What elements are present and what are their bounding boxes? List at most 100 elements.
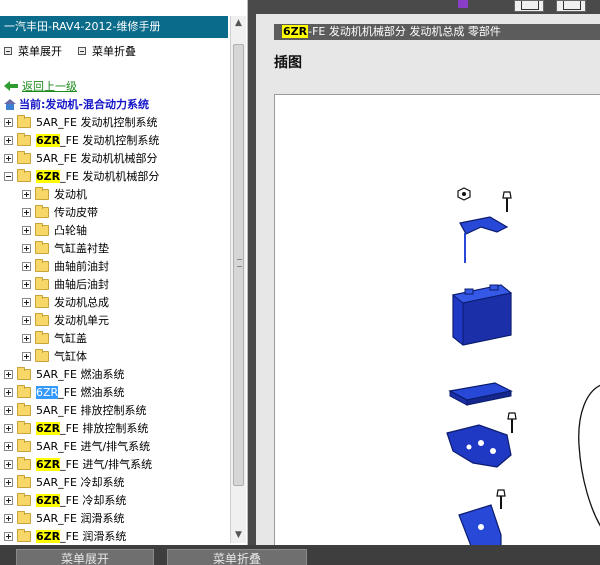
tree-node-code: 6ZR <box>36 421 61 435</box>
expand-plus-icon[interactable] <box>22 297 31 307</box>
grip-icon <box>237 259 242 267</box>
bolt-icon <box>507 412 517 433</box>
expand-menu-button[interactable]: 菜单展开 <box>4 43 62 59</box>
expand-plus-icon[interactable] <box>4 153 13 163</box>
folder-icon <box>17 474 31 488</box>
collapse-minus-icon[interactable] <box>4 171 13 181</box>
back-button[interactable]: 返回上一级 <box>4 78 77 94</box>
collapse-menu-button[interactable]: 菜单折叠 <box>78 43 136 59</box>
tree-node[interactable]: 气缸体 <box>22 348 87 364</box>
tree-node[interactable]: 6ZR _FE 进气/排气系统 <box>4 456 152 472</box>
bottom-bar: 菜单展开 菜单折叠 <box>0 545 600 565</box>
tree-node[interactable]: 发动机总成 <box>22 294 109 310</box>
expand-plus-icon[interactable] <box>22 207 31 217</box>
expand-plus-icon[interactable] <box>4 531 13 541</box>
tree-node[interactable]: 5AR _FE 燃油系统 <box>4 366 124 382</box>
tree-node-label: 发动机 <box>54 188 87 201</box>
tree-node-label: _FE 冷却系统 <box>60 494 127 507</box>
tree-node-code: 5AR <box>36 403 59 417</box>
scroll-up-icon[interactable]: ▲ <box>231 16 246 31</box>
expand-plus-icon[interactable] <box>22 279 31 289</box>
expand-icon <box>4 47 12 55</box>
folder-icon <box>17 150 31 164</box>
manual-title: 一汽丰田-RAV4-2012-维修手册 <box>0 16 228 38</box>
current-location: 当前:发动机-混合动力系统 <box>4 96 149 112</box>
tree-node-label: 气缸体 <box>54 350 87 363</box>
back-link-label[interactable]: 返回上一级 <box>22 78 77 94</box>
app-root: 一汽丰田-RAV4-2012-维修手册 菜单展开 菜单折叠 返回上一级 当前:发… <box>0 0 600 565</box>
tree-node-code: 6ZR <box>36 133 61 147</box>
tree-node[interactable]: 传动皮带 <box>22 204 98 220</box>
expand-plus-icon[interactable] <box>4 423 13 433</box>
parts-illustration <box>446 187 600 545</box>
tree-node[interactable]: 5AR _FE 发动机机械部分 <box>4 150 157 166</box>
scroll-thumb[interactable] <box>233 44 244 486</box>
tree-node-code: 6ZR <box>36 457 61 471</box>
expand-plus-icon[interactable] <box>22 243 31 253</box>
expand-plus-icon[interactable] <box>22 333 31 343</box>
tree-node[interactable]: 6ZR _FE 冷却系统 <box>4 492 126 508</box>
expand-plus-icon[interactable] <box>22 225 31 235</box>
tree-node-label: 气缸盖 <box>54 332 87 345</box>
folder-icon <box>17 168 31 182</box>
tree-node-label: _FE 发动机机械部分 <box>58 152 158 165</box>
tree-node[interactable]: 5AR _FE 润滑系统 <box>4 510 124 526</box>
tree-node[interactable]: 曲轴后油封 <box>22 276 109 292</box>
tree-node-label: _FE 润滑系统 <box>60 530 127 543</box>
tree-node-code: 5AR <box>36 367 59 381</box>
expand-plus-icon[interactable] <box>4 117 13 127</box>
tree-node-label: _FE 燃油系统 <box>58 368 125 381</box>
tree-node-label: 传动皮带 <box>54 206 98 219</box>
expand-plus-icon[interactable] <box>4 135 13 145</box>
expand-plus-icon[interactable] <box>4 369 13 379</box>
bottom-collapse-button[interactable]: 菜单折叠 <box>167 549 307 565</box>
expand-plus-icon[interactable] <box>22 315 31 325</box>
tree-node[interactable]: 5AR _FE 发动机控制系统 <box>4 114 157 130</box>
tree-node-label: 发动机单元 <box>54 314 109 327</box>
expand-plus-icon[interactable] <box>4 459 13 469</box>
tree-node[interactable]: 5AR _FE 排放控制系统 <box>4 402 146 418</box>
tree-node[interactable]: 发动机 <box>22 186 87 202</box>
expand-plus-icon[interactable] <box>4 405 13 415</box>
folder-icon <box>17 528 31 542</box>
tree-node[interactable]: 5AR _FE 冷却系统 <box>4 474 124 490</box>
expand-plus-icon[interactable] <box>4 477 13 487</box>
tree-node[interactable]: 6ZR _FE 发动机机械部分 <box>4 168 159 184</box>
tree-node[interactable]: 6ZR _FE 排放控制系统 <box>4 420 148 436</box>
folder-icon <box>17 438 31 452</box>
tree-node[interactable]: 发动机单元 <box>22 312 109 328</box>
expand-plus-icon[interactable] <box>4 513 13 523</box>
tree-node-label: _FE 冷却系统 <box>58 476 125 489</box>
content-breadcrumb: 6ZR-FE 发动机机械部分 发动机总成 零部件 <box>274 24 600 40</box>
tree-node[interactable]: 5AR _FE 进气/排气系统 <box>4 438 150 454</box>
bottom-expand-button[interactable]: 菜单展开 <box>16 549 154 565</box>
tree-node[interactable]: 6ZR _FE 燃油系统 <box>4 384 124 400</box>
tree-node[interactable]: 气缸盖 <box>22 330 87 346</box>
folder-icon <box>35 348 49 362</box>
expand-menu-label: 菜单展开 <box>18 45 62 58</box>
tile-window-button[interactable] <box>556 0 586 12</box>
tree-node-code: 5AR <box>36 475 59 489</box>
current-location-label: 当前:发动机-混合动力系统 <box>19 98 149 111</box>
tree-node[interactable]: 6ZR _FE 发动机控制系统 <box>4 132 159 148</box>
bolt-icon <box>496 489 506 509</box>
tree-node-label: _FE 排放控制系统 <box>60 422 149 435</box>
tree-node[interactable]: 曲轴前油封 <box>22 258 109 274</box>
expand-plus-icon[interactable] <box>22 189 31 199</box>
expand-plus-icon[interactable] <box>22 261 31 271</box>
expand-plus-icon[interactable] <box>4 441 13 451</box>
restore-window-button[interactable] <box>514 0 544 12</box>
expand-plus-icon[interactable] <box>4 387 13 397</box>
tree-node[interactable]: 凸轮轴 <box>22 222 87 238</box>
scroll-down-icon[interactable]: ▼ <box>231 528 246 543</box>
folder-icon <box>17 366 31 380</box>
toolbar-icon[interactable] <box>458 0 468 8</box>
expand-plus-icon[interactable] <box>22 351 31 361</box>
tree-node[interactable]: 气缸盖衬垫 <box>22 240 109 256</box>
tree-scrollbar[interactable]: ▲ ▼ <box>230 16 246 543</box>
expand-plus-icon[interactable] <box>4 495 13 505</box>
tree-node-code: 6ZR <box>36 493 61 507</box>
tree-node-code: 5AR <box>36 151 59 165</box>
tree-node-code: 6ZR <box>36 169 61 183</box>
tree-node[interactable]: 6ZR _FE 润滑系统 <box>4 528 126 544</box>
